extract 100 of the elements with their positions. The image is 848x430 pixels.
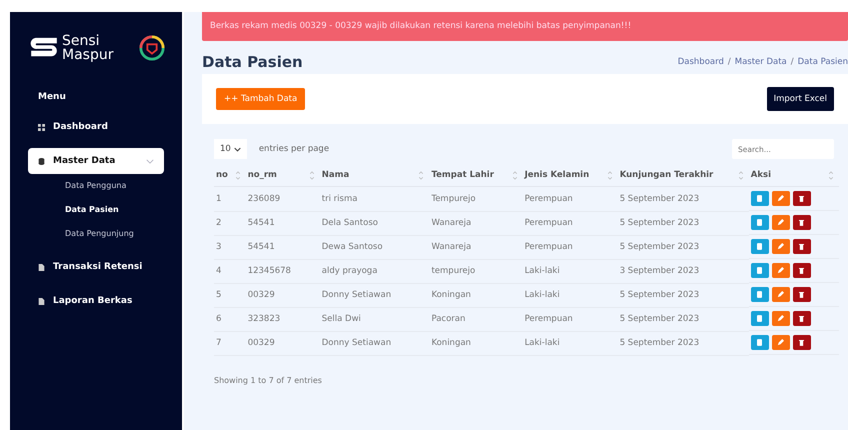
delete-button[interactable] — [792, 239, 811, 254]
trash-icon — [799, 315, 804, 322]
menu-heading: Menu — [37, 91, 67, 104]
table-cell: 12345678 — [246, 259, 320, 283]
grid-icon — [38, 124, 45, 130]
pencil-icon — [777, 243, 784, 250]
sidebar-item[interactable]: Master Data — [28, 148, 164, 174]
table-cell: aldy prayoga — [320, 259, 430, 283]
sort-icon — [512, 171, 517, 180]
detail-button[interactable] — [750, 287, 769, 302]
brand-name: Maspur — [62, 48, 114, 62]
table-cell: Laki-laki — [522, 259, 618, 283]
table-cell: Perempuan — [522, 235, 618, 259]
detail-button[interactable] — [750, 239, 769, 254]
column-header[interactable]: Aksi — [748, 164, 839, 186]
table-info: Showing 1 to 7 of 7 entries — [214, 376, 323, 384]
pencil-icon — [777, 267, 784, 274]
alert-message: Berkas rekam medis 00329 - 00329 wajib dilakukan retensi karena melebihi batas penyimpanan!!! — [202, 12, 848, 41]
detail-button[interactable] — [750, 191, 769, 206]
column-header[interactable]: Tempat Lahir — [429, 164, 523, 186]
table-cell: 00329 — [246, 283, 320, 307]
sort-icon — [738, 171, 743, 180]
column-header[interactable]: Kunjungan Terakhir — [618, 164, 749, 186]
emblem-icon — [139, 35, 166, 61]
table-cell: Wanareja — [429, 211, 523, 235]
table-cell: 5 September 2023 — [618, 307, 749, 331]
table-cell: Perempuan — [522, 186, 618, 211]
table-cell: 236089 — [246, 186, 320, 211]
delete-button[interactable] — [792, 311, 811, 326]
table-cell: 5 September 2023 — [618, 283, 749, 307]
sidebar-item[interactable]: Laporan Berkas — [28, 288, 164, 314]
page-title: Data Pasien — [202, 52, 303, 70]
document-icon — [757, 219, 762, 226]
trash-icon — [799, 195, 804, 202]
document-icon — [38, 264, 45, 270]
sidebar-item[interactable]: Dashboard — [28, 114, 164, 140]
table-cell: Dela Santoso — [320, 211, 430, 235]
breadcrumb-link[interactable]: Dashboard — [678, 56, 724, 66]
submenu-item[interactable]: Data Pasien — [10, 198, 182, 222]
entries-label: entries per page — [258, 144, 330, 154]
table-cell: Laki-laki — [522, 283, 618, 307]
trash-icon — [799, 267, 804, 274]
document-icon — [757, 291, 762, 298]
column-header[interactable]: Nama — [320, 164, 430, 186]
table-cell: 3 September 2023 — [618, 259, 749, 283]
sort-icon — [310, 171, 314, 180]
detail-button[interactable] — [750, 215, 769, 230]
delete-button[interactable] — [792, 191, 811, 206]
submenu-item[interactable]: Data Pengguna — [10, 174, 182, 198]
detail-button[interactable] — [750, 263, 769, 278]
pencil-icon — [777, 291, 784, 298]
detail-button[interactable] — [750, 335, 769, 350]
column-header[interactable]: Jenis Kelamin — [522, 164, 618, 186]
table-cell: 5 September 2023 — [618, 331, 749, 355]
document-icon — [757, 339, 762, 346]
table-cell: Wanareja — [429, 235, 523, 259]
table-cell: Sella Dwi — [320, 307, 430, 331]
document-icon — [757, 315, 762, 322]
table-cell: 5 — [214, 283, 246, 307]
delete-button[interactable] — [792, 287, 811, 302]
document-icon — [757, 243, 762, 250]
delete-button[interactable] — [792, 335, 811, 350]
column-header[interactable]: no — [214, 164, 246, 186]
pencil-icon — [777, 195, 784, 202]
sidebar-item[interactable]: Transaksi Retensi — [28, 254, 164, 280]
table-cell: tri risma — [320, 186, 430, 211]
pencil-icon — [777, 339, 784, 346]
breadcrumb-link[interactable]: Data Pasien — [798, 56, 848, 66]
table-cell: 6 — [214, 307, 246, 331]
table-cell: 5 September 2023 — [618, 211, 749, 235]
breadcrumb-separator: / — [728, 56, 731, 66]
table-cell: Tempurejo — [429, 186, 523, 211]
detail-button[interactable] — [750, 311, 769, 326]
table-cell: 7 — [214, 331, 246, 355]
logo-icon — [30, 37, 58, 59]
table-cell: Dewa Santoso — [320, 235, 430, 259]
table-cell: Laki-laki — [522, 331, 618, 355]
breadcrumb-link[interactable]: Master Data — [734, 56, 787, 66]
document-icon — [757, 195, 762, 202]
page-size-select[interactable]: 10 — [214, 139, 247, 159]
submenu-item[interactable]: Data Pengunjung — [10, 222, 182, 246]
table-cell: 5 September 2023 — [618, 235, 749, 259]
sort-icon — [829, 171, 833, 180]
table-cell: 54541 — [246, 235, 320, 259]
table-cell: 2 — [214, 211, 246, 235]
document-icon — [38, 298, 45, 304]
column-header[interactable]: no_rm — [246, 164, 320, 186]
trash-icon — [799, 243, 804, 250]
delete-button[interactable] — [792, 215, 811, 230]
table-cell: 54541 — [246, 211, 320, 235]
table-cell: 1 — [214, 186, 246, 211]
import-excel-button[interactable]: Import Excel — [766, 87, 834, 111]
trash-icon — [799, 291, 804, 298]
trash-icon — [799, 219, 804, 226]
table-cell: 00329 — [246, 331, 320, 355]
breadcrumb-separator: / — [790, 56, 794, 66]
delete-button[interactable] — [792, 263, 811, 278]
table-cell: 3 — [214, 235, 246, 259]
database-icon — [38, 158, 45, 164]
table-cell: 323823 — [246, 307, 320, 331]
